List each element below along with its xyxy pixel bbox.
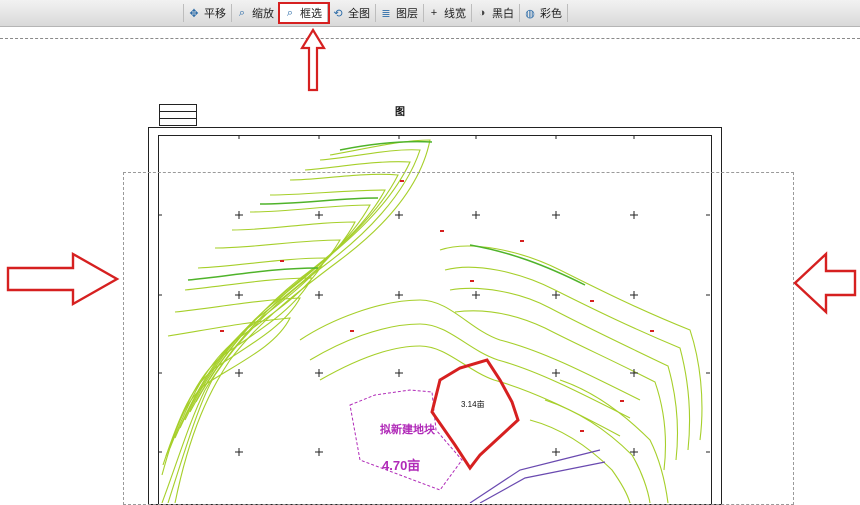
map-index-table bbox=[159, 104, 197, 126]
parcel-area-label: 3.14亩 bbox=[461, 400, 485, 409]
left-arrow-callout-icon bbox=[793, 251, 857, 315]
new-parcel-label: 拟新建地块 bbox=[380, 424, 435, 436]
right-arrow-callout-icon bbox=[6, 251, 120, 307]
box-selection-rectangle bbox=[123, 172, 794, 505]
map-title: 图 bbox=[395, 107, 406, 118]
up-arrow-callout-icon bbox=[300, 28, 326, 92]
new-parcel-area-label: 4.70亩 bbox=[382, 458, 421, 473]
